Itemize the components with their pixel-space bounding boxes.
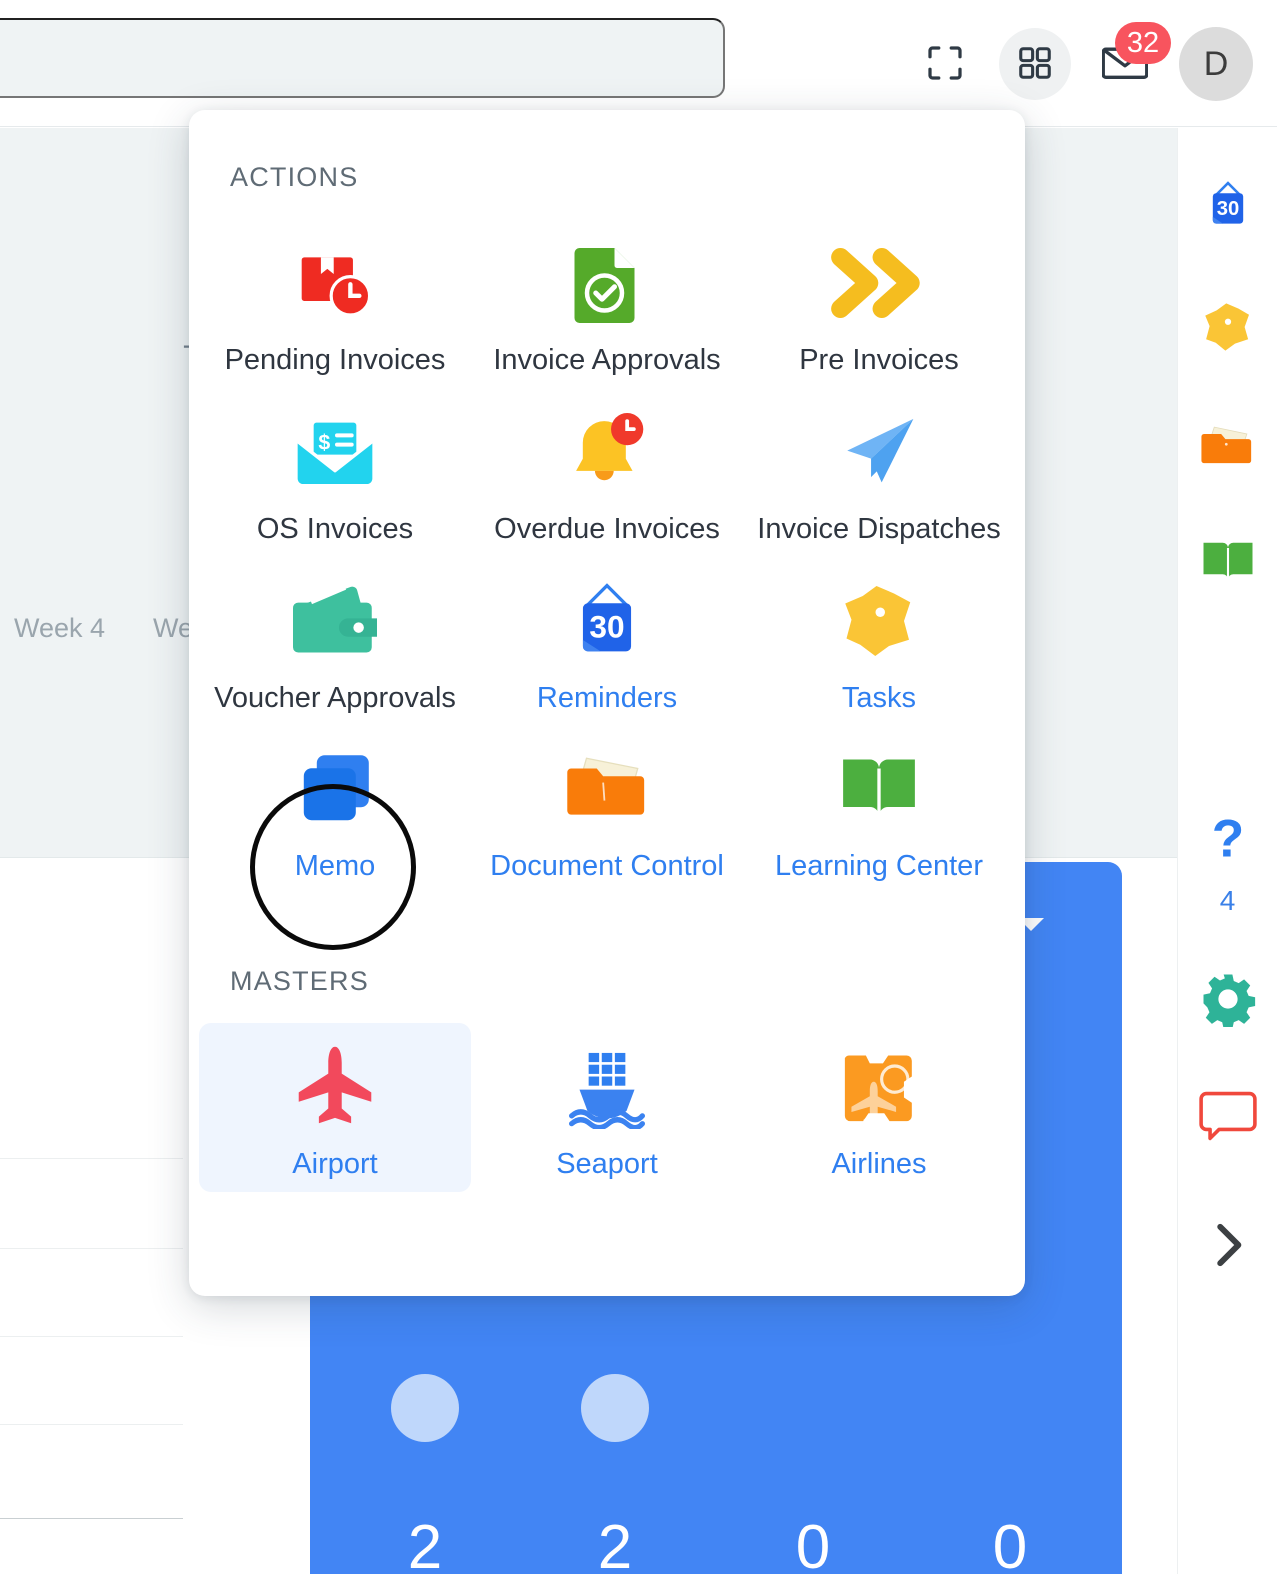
- tile-label: Document Control: [490, 850, 724, 883]
- avatar[interactable]: D: [1179, 27, 1253, 101]
- tile-airlines[interactable]: Airlines: [743, 1023, 1015, 1192]
- mail-badge: 32: [1115, 22, 1171, 64]
- svg-text:?: ?: [1211, 812, 1243, 868]
- help-count: 4: [1219, 885, 1236, 916]
- tile-label: OS Invoices: [256, 512, 414, 545]
- tile-label: Airport: [292, 1148, 378, 1181]
- settings-gear-icon: [1200, 971, 1256, 1032]
- mail-button[interactable]: 32: [1089, 22, 1171, 100]
- week-tick: Week 4: [14, 613, 106, 643]
- svg-text:$: $: [318, 430, 330, 454]
- tile-label: Reminders: [536, 681, 678, 714]
- tile-label: Voucher Approvals: [214, 681, 456, 714]
- tasks-icon: [839, 575, 919, 667]
- card-bubble: [581, 1374, 649, 1442]
- pre-invoices-icon: [829, 237, 929, 329]
- tile-voucher-approvals[interactable]: Voucher Approvals: [199, 557, 471, 726]
- rail-item-chat[interactable]: [1178, 1090, 1277, 1147]
- pending-invoices-icon: [294, 237, 376, 329]
- voucher-approvals-icon: [293, 575, 377, 667]
- tile-os-invoices[interactable]: $ OS Invoices: [199, 388, 471, 557]
- tile-label: Seaport: [556, 1148, 658, 1181]
- chevron-right-icon: [1206, 1219, 1250, 1276]
- search-input[interactable]: [0, 18, 725, 98]
- card-number: 2: [597, 1513, 633, 1574]
- airport-icon: [294, 1041, 376, 1133]
- actions-grid: Pending Invoices Invoice Approvals Pre I…: [189, 219, 1025, 894]
- tile-seaport[interactable]: Seaport: [471, 1023, 743, 1192]
- rail-item-help[interactable]: ? 4: [1178, 809, 1277, 917]
- topbar-actions: 32 D: [909, 22, 1253, 106]
- rail-item-learning-center[interactable]: [1178, 537, 1277, 592]
- week-axis: Week 4 Wee: [14, 613, 208, 644]
- tile-overdue-invoices[interactable]: Overdue Invoices: [471, 388, 743, 557]
- svg-text:30: 30: [1216, 198, 1239, 220]
- rail-item-tasks[interactable]: [1178, 299, 1277, 360]
- tile-label: Pending Invoices: [224, 344, 446, 376]
- avatar-initial: D: [1203, 44, 1229, 83]
- overdue-invoices-icon: [564, 406, 650, 498]
- seaport-icon: [569, 1041, 645, 1133]
- right-rail: 30 ? 4: [1177, 128, 1277, 1574]
- quick-actions-panel: ACTIONS Pending Invoices Invoice Approva…: [189, 110, 1025, 1296]
- tile-invoice-dispatches[interactable]: Invoice Dispatches: [743, 388, 1015, 557]
- reminders-icon: 30: [569, 575, 645, 667]
- tile-label: Pre Invoices: [799, 344, 959, 376]
- section-title-actions: ACTIONS: [230, 162, 359, 192]
- tile-airport[interactable]: Airport: [199, 1023, 471, 1192]
- document-folder-icon: [1200, 422, 1256, 475]
- card-bubble: [391, 1374, 459, 1442]
- help-question-icon: ?: [1200, 809, 1256, 879]
- tile-label: Tasks: [841, 681, 917, 714]
- tile-pre-invoices[interactable]: Pre Invoices: [743, 219, 1015, 388]
- invoice-approvals-icon: [568, 237, 646, 329]
- tasks-star-icon: [1200, 299, 1256, 360]
- rail-item-settings[interactable]: [1178, 971, 1277, 1032]
- rail-item-reminders[interactable]: 30: [1178, 178, 1277, 237]
- svg-text:30: 30: [589, 608, 624, 644]
- apps-grid-button[interactable]: [999, 28, 1071, 100]
- top-bar: 32 D: [0, 0, 1277, 127]
- memo-icon: [296, 743, 374, 835]
- rail-item-document-control[interactable]: [1178, 422, 1277, 475]
- apps-grid-icon: [1016, 44, 1054, 85]
- rail-item-expand[interactable]: [1178, 1219, 1277, 1276]
- tile-label: Airlines: [831, 1148, 927, 1181]
- masters-grid: Airport Seaport Airlines: [189, 1023, 1025, 1192]
- tile-label: Invoice Approvals: [493, 344, 721, 376]
- os-invoices-icon: $: [295, 406, 375, 498]
- chat-bubble-icon: [1198, 1090, 1257, 1147]
- reminders-calendar-icon: 30: [1201, 178, 1255, 237]
- card-number: 0: [795, 1513, 831, 1574]
- learning-center-icon: [838, 743, 920, 835]
- fullscreen-icon: [925, 43, 965, 86]
- card-number: 0: [992, 1513, 1028, 1574]
- invoice-dispatches-icon: [836, 406, 922, 498]
- fullscreen-button[interactable]: [909, 28, 981, 100]
- tile-invoice-approvals[interactable]: Invoice Approvals: [471, 219, 743, 388]
- tile-label: Memo: [294, 850, 376, 883]
- tile-pending-invoices[interactable]: Pending Invoices: [199, 219, 471, 388]
- card-number: 2: [407, 1513, 443, 1574]
- learning-book-icon: [1200, 537, 1256, 592]
- tile-tasks[interactable]: Tasks: [743, 557, 1015, 726]
- airlines-icon: [837, 1041, 921, 1133]
- tile-label: Learning Center: [775, 850, 983, 883]
- tile-reminders[interactable]: 30 Reminders: [471, 557, 743, 726]
- tile-label: Invoice Dispatches: [757, 512, 1001, 545]
- section-title-masters: MASTERS: [230, 966, 369, 997]
- tile-memo[interactable]: Memo: [199, 725, 471, 894]
- tile-label: Overdue Invoices: [494, 512, 720, 545]
- document-control-icon: [566, 743, 648, 835]
- tile-document-control[interactable]: Document Control: [471, 725, 743, 894]
- tile-learning-center[interactable]: Learning Center: [743, 725, 1015, 894]
